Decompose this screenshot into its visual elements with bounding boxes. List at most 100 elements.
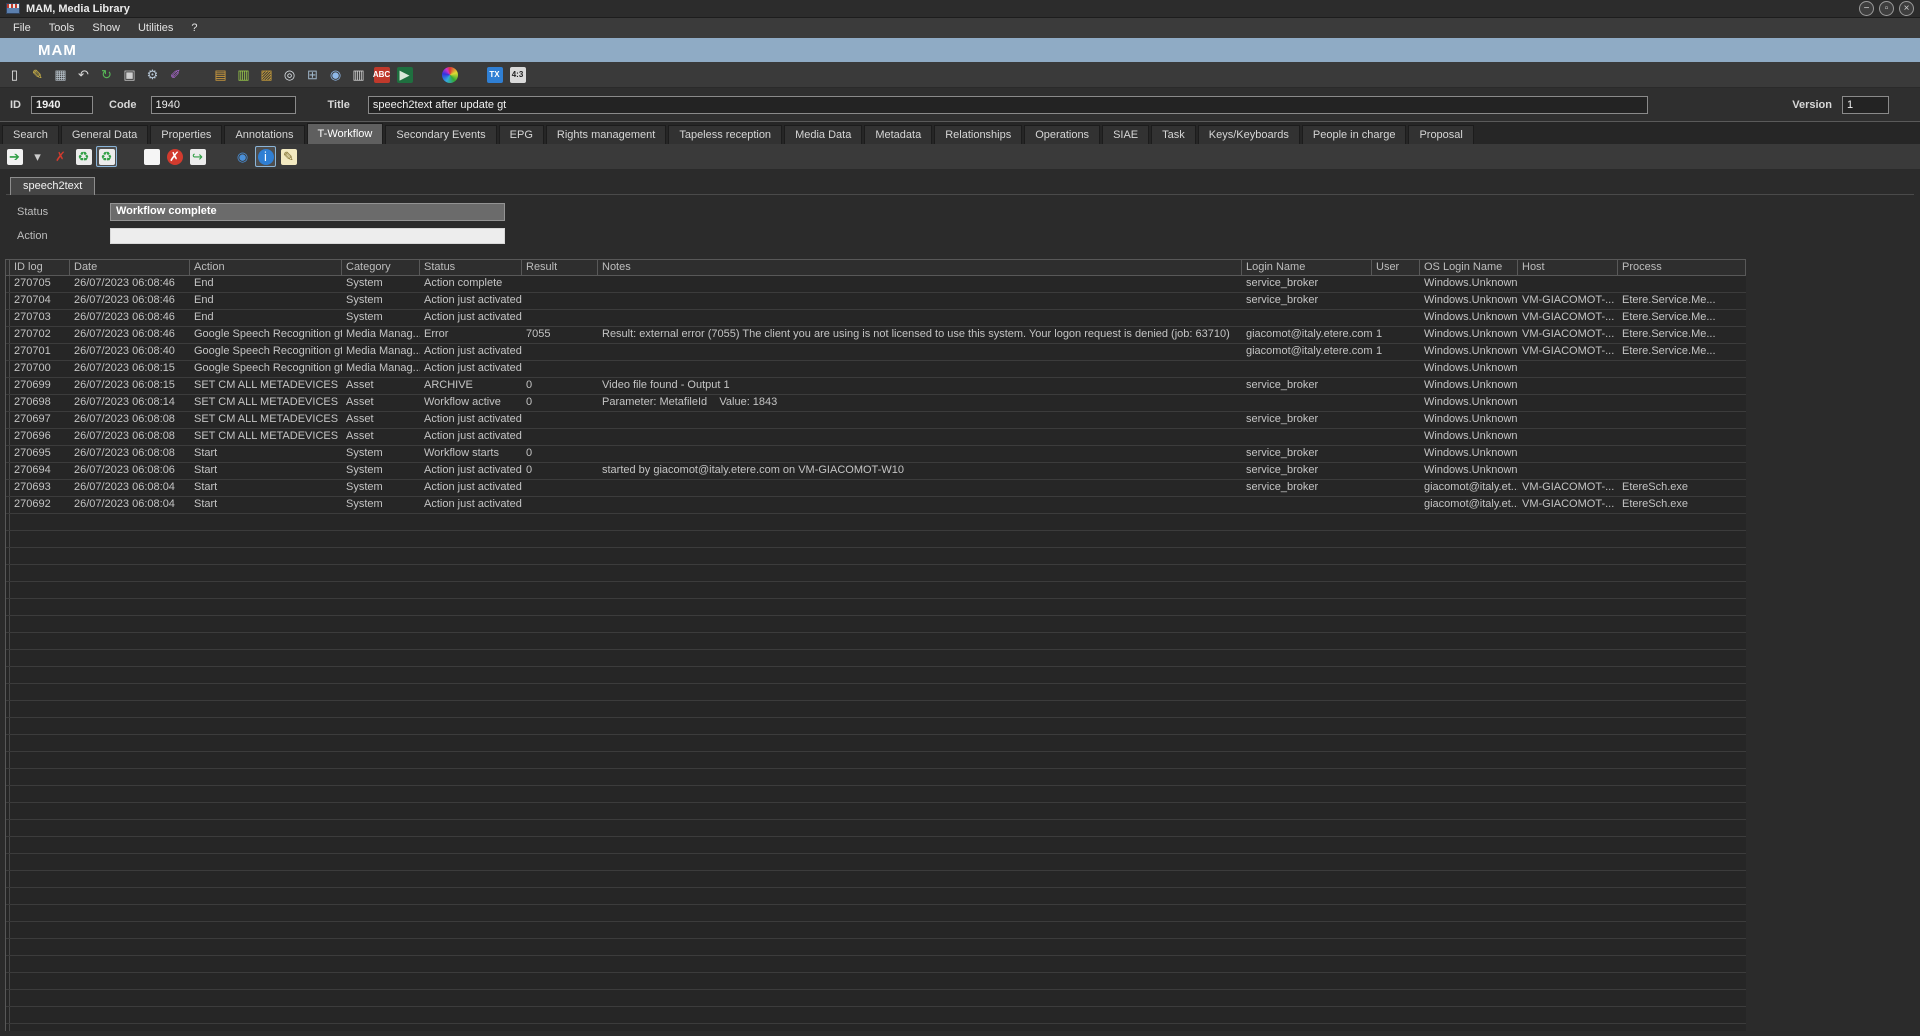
search-binoculars-icon[interactable]: ◎ [279, 64, 300, 85]
log-row[interactable]: 27070426/07/2023 06:08:46EndSystemAction… [6, 293, 1746, 310]
version-field[interactable] [1842, 96, 1889, 114]
code-field[interactable] [151, 96, 296, 114]
column-header-host[interactable]: Host [1518, 260, 1618, 275]
tab-operations[interactable]: Operations [1024, 125, 1100, 144]
tab-proposal[interactable]: Proposal [1408, 125, 1473, 144]
column-header-status[interactable]: Status [420, 260, 522, 275]
column-header-action[interactable]: Action [190, 260, 342, 275]
run-action-icon[interactable]: ➔ [4, 146, 25, 167]
log-row[interactable]: 27069326/07/2023 06:08:04StartSystemActi… [6, 480, 1746, 497]
refresh-status-icon[interactable]: ♻ [73, 146, 94, 167]
action-field[interactable] [110, 228, 505, 244]
tab-tapeless-reception[interactable]: Tapeless reception [668, 125, 782, 144]
cell-notes [598, 344, 1242, 360]
column-header-notes[interactable]: Notes [598, 260, 1242, 275]
log-row[interactable]: 27069626/07/2023 06:08:08SET CM ALL META… [6, 429, 1746, 446]
log-row[interactable]: 27070226/07/2023 06:08:46Google Speech R… [6, 327, 1746, 344]
column-header-result[interactable]: Result [522, 260, 598, 275]
tab-task[interactable]: Task [1151, 125, 1196, 144]
levels-icon[interactable]: ▥ [233, 64, 254, 85]
new-document-icon[interactable]: ▯ [4, 64, 25, 85]
cell-category: Asset [342, 378, 420, 394]
log-row[interactable]: 27070526/07/2023 06:08:46EndSystemAction… [6, 276, 1746, 293]
refresh-status-alt-icon[interactable]: ♻ [96, 146, 117, 167]
column-header-user[interactable]: User [1372, 260, 1420, 275]
edit-document-icon[interactable]: ✎ [27, 64, 48, 85]
menu-[interactable]: ? [182, 20, 206, 36]
log-row[interactable]: 27070026/07/2023 06:08:15Google Speech R… [6, 361, 1746, 378]
stop-action-icon[interactable]: ✗ [164, 146, 185, 167]
menu-tools[interactable]: Tools [40, 20, 84, 36]
tab-annotations[interactable]: Annotations [224, 125, 304, 144]
tab-epg[interactable]: EPG [499, 125, 544, 144]
empty-log-row [6, 650, 1746, 667]
tab-secondary-events[interactable]: Secondary Events [385, 125, 496, 144]
log-row[interactable]: 27069926/07/2023 06:08:15SET CM ALL META… [6, 378, 1746, 395]
cell-category: Asset [342, 429, 420, 445]
document-blank-icon[interactable] [141, 146, 162, 167]
edit-notes-icon[interactable]: ✎ [278, 146, 299, 167]
menu-file[interactable]: File [4, 20, 40, 36]
film-clip-icon[interactable]: ▥ [348, 64, 369, 85]
tab-siae[interactable]: SIAE [1102, 125, 1149, 144]
cell-category: System [342, 446, 420, 462]
export-media-icon[interactable]: ▶ [394, 64, 415, 85]
tab-general-data[interactable]: General Data [61, 125, 148, 144]
tab-rights-management[interactable]: Rights management [546, 125, 666, 144]
row-gutter [6, 888, 10, 904]
menu-show[interactable]: Show [83, 20, 129, 36]
title-field[interactable] [368, 96, 1648, 114]
close-button[interactable]: × [1899, 1, 1914, 16]
cell-status: Action just activated [420, 361, 522, 377]
view-log-icon[interactable]: ◉ [232, 146, 253, 167]
delete-action-icon[interactable]: ✗ [50, 146, 71, 167]
column-header-process[interactable]: Process [1618, 260, 1746, 275]
log-row[interactable]: 27069726/07/2023 06:08:08SET CM ALL META… [6, 412, 1746, 429]
color-wheel-icon[interactable] [439, 64, 460, 85]
minimize-button[interactable]: − [1859, 1, 1874, 16]
column-header-id-log[interactable]: ID log [10, 260, 70, 275]
column-header-date[interactable]: Date [70, 260, 190, 275]
menu-utilities[interactable]: Utilities [129, 20, 182, 36]
media-folder-icon[interactable]: ▨ [256, 64, 277, 85]
spell-check-icon[interactable]: ABC [371, 64, 392, 85]
log-row[interactable]: 27070126/07/2023 06:08:40Google Speech R… [6, 344, 1746, 361]
cell-notes [598, 446, 1242, 462]
asset-properties-icon[interactable]: ⚙ [142, 64, 163, 85]
tx-status-icon[interactable]: TX [484, 64, 505, 85]
column-header-os-login-name[interactable]: OS Login Name [1420, 260, 1518, 275]
log-row[interactable]: 27069426/07/2023 06:08:06StartSystemActi… [6, 463, 1746, 480]
log-row[interactable]: 27069526/07/2023 06:08:08StartSystemWork… [6, 446, 1746, 463]
id-field[interactable] [31, 96, 93, 114]
tab-metadata[interactable]: Metadata [864, 125, 932, 144]
edit-brush-icon[interactable]: ✐ [165, 64, 186, 85]
tab-search[interactable]: Search [2, 125, 59, 144]
cell-action: Google Speech Recognition gt [190, 361, 342, 377]
log-row[interactable]: 27069226/07/2023 06:08:04StartSystemActi… [6, 497, 1746, 514]
refresh-asset-icon[interactable]: ↻ [96, 64, 117, 85]
log-row[interactable]: 27070326/07/2023 06:08:46EndSystemAction… [6, 310, 1746, 327]
save-icon[interactable]: ▦ [50, 64, 71, 85]
preview-document-icon[interactable]: ◉ [325, 64, 346, 85]
schedule-grid-icon[interactable]: ▤ [210, 64, 231, 85]
undo-icon[interactable]: ↶ [73, 64, 94, 85]
tab-people-in-charge[interactable]: People in charge [1302, 125, 1407, 144]
tab-speech2text[interactable]: speech2text [10, 177, 95, 195]
tab-properties[interactable]: Properties [150, 125, 222, 144]
column-header-category[interactable]: Category [342, 260, 420, 275]
restart-action-icon[interactable]: ↪ [187, 146, 208, 167]
tab-t-workflow[interactable]: T-Workflow [307, 123, 384, 144]
copy-asset-icon[interactable]: ▣ [119, 64, 140, 85]
windows-layers-icon[interactable]: ⊞ [302, 64, 323, 85]
tab-relationships[interactable]: Relationships [934, 125, 1022, 144]
tab-media-data[interactable]: Media Data [784, 125, 862, 144]
info-icon[interactable]: i [255, 146, 276, 167]
column-header-login-name[interactable]: Login Name [1242, 260, 1372, 275]
run-action-dropdown-icon[interactable]: ▾ [27, 146, 48, 167]
restore-button[interactable]: ▫ [1879, 1, 1894, 16]
cell-user [1372, 446, 1420, 462]
asset-fields-row: ID Code Title Version [0, 88, 1920, 122]
log-row[interactable]: 27069826/07/2023 06:08:14SET CM ALL META… [6, 395, 1746, 412]
tab-keys-keyboards[interactable]: Keys/Keyboards [1198, 125, 1300, 144]
aspect-ratio-icon[interactable]: 4:3 [507, 64, 528, 85]
